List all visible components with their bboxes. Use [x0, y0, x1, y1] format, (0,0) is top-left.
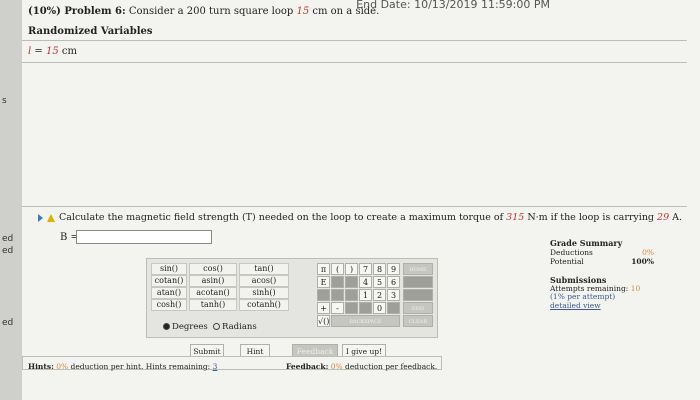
feedback-label: Feedback: [286, 362, 329, 371]
attempts-value: 10 [630, 283, 641, 293]
feedback-line: Feedback: 0% deduction per feedback. [286, 362, 437, 371]
hints-remaining: 3 [212, 362, 218, 371]
divider [22, 40, 687, 41]
blank-key [403, 276, 433, 288]
digit-1-button[interactable]: 1 [359, 289, 372, 301]
edge-text: ed [2, 234, 14, 244]
blank-key [331, 289, 344, 301]
digit-4-button[interactable]: 4 [359, 276, 372, 288]
divider [22, 206, 687, 207]
hints-pct: 0% [56, 362, 69, 371]
potential-label: Potential [550, 257, 584, 266]
tan-button[interactable]: tan() [239, 263, 289, 275]
detailed-view-link[interactable]: detailed view [550, 301, 654, 311]
radians-label: Radians [222, 322, 257, 332]
blank-key [317, 289, 330, 301]
pi-button[interactable]: π [317, 263, 330, 275]
backspace-button[interactable]: BACKSPACE [331, 315, 400, 327]
warning-icon [47, 213, 55, 222]
e-button[interactable]: E [317, 276, 330, 288]
tanh-button[interactable]: tanh() [189, 299, 237, 311]
submissions-panel: Submissions Attempts remaining: 10 (1% p… [550, 276, 654, 310]
digit-2-button[interactable]: 2 [373, 289, 386, 301]
digit-0-button[interactable]: 0 [373, 302, 386, 314]
radio-empty-icon [213, 323, 220, 330]
previous-page-edge: s ed ed ed [0, 0, 22, 400]
radio-selected-icon [163, 323, 170, 330]
edge-text: s [2, 96, 7, 106]
digit-5-button[interactable]: 5 [373, 276, 386, 288]
cosh-button[interactable]: cosh() [151, 299, 187, 311]
digit-8-button[interactable]: 8 [373, 263, 386, 275]
open-paren-button[interactable]: ( [331, 263, 344, 275]
calculator: sin() cos() tan() cotan() asin() acos() … [146, 258, 438, 338]
end-button[interactable]: END [403, 302, 433, 314]
answer-input[interactable] [76, 230, 212, 244]
randomized-variables-title: Randomized Variables [28, 26, 153, 37]
blank-key [345, 302, 358, 314]
acos-button[interactable]: acos() [239, 275, 289, 287]
clear-button[interactable]: CLEAR [403, 315, 433, 327]
sinh-button[interactable]: sinh() [239, 287, 289, 299]
divider [22, 62, 687, 63]
degrees-label: Degrees [172, 322, 208, 332]
question-part: N·m if the loop is carrying [524, 212, 658, 223]
home-button[interactable]: HOME [403, 263, 433, 275]
radians-option[interactable]: Radians [213, 322, 257, 332]
digit-9-button[interactable]: 9 [387, 263, 400, 275]
hints-line: Hints: 0% deduction per hint. Hints rema… [28, 362, 217, 371]
acotan-button[interactable]: acotan() [189, 287, 237, 299]
blank-key [331, 276, 344, 288]
grade-summary: Grade Summary Deductions 0% Potential 100% [550, 238, 654, 266]
cos-button[interactable]: cos() [189, 263, 237, 275]
digit-7-button[interactable]: 7 [359, 263, 372, 275]
problem-side-value: 15 [296, 6, 310, 17]
sqrt-button[interactable]: √() [317, 315, 330, 327]
asin-button[interactable]: asin() [189, 275, 237, 287]
problem-number: (10%) Problem 6: [28, 6, 126, 17]
hints-label: Hints: [28, 362, 54, 371]
digit-3-button[interactable]: 3 [387, 289, 400, 301]
degrees-option[interactable]: Degrees [163, 322, 208, 332]
randomized-variable-l: l = 15 cm [28, 46, 77, 57]
var-eq: = [31, 46, 46, 57]
current-value: 29 [657, 212, 670, 223]
end-date: End Date: 10/13/2019 11:59:00 PM [356, 0, 550, 11]
blank-key [345, 289, 358, 301]
feedback-text: deduction per feedback. [342, 362, 438, 371]
minus-button[interactable]: - [331, 302, 344, 314]
deductions-value: 0% [642, 248, 654, 257]
blank-key [387, 302, 400, 314]
play-icon [38, 213, 43, 222]
question-part: Calculate the magnetic field strength (T… [59, 212, 507, 223]
cotanh-button[interactable]: cotanh() [239, 299, 289, 311]
feedback-pct: 0% [330, 362, 343, 371]
var-unit: cm [58, 46, 77, 57]
atan-button[interactable]: atan() [151, 287, 187, 299]
deductions-label: Deductions [550, 248, 593, 257]
blank-key [345, 276, 358, 288]
edge-text: ed [2, 246, 14, 256]
problem-statement: (10%) Problem 6: Consider a 200 turn squ… [28, 6, 379, 17]
plus-button[interactable]: + [317, 302, 330, 314]
close-paren-button[interactable]: ) [345, 263, 358, 275]
digit-6-button[interactable]: 6 [387, 276, 400, 288]
problem-suffix: cm on a side. [309, 6, 380, 17]
blank-key [359, 302, 372, 314]
potential-value: 100% [631, 257, 654, 266]
hints-text: deduction per hint. Hints remaining: [68, 362, 211, 371]
blank-key [403, 289, 433, 301]
question-part: A. [669, 212, 683, 223]
var-value: 15 [45, 46, 59, 57]
edge-text: ed [2, 318, 14, 328]
grade-summary-title: Grade Summary [550, 238, 623, 248]
cotan-button[interactable]: cotan() [151, 275, 187, 287]
sin-button[interactable]: sin() [151, 263, 187, 275]
problem-page: End Date: 10/13/2019 11:59:00 PM (10%) P… [22, 0, 700, 400]
problem-text: Consider a 200 turn square loop [125, 6, 297, 17]
torque-value: 315 [506, 212, 525, 223]
question-text: Calculate the magnetic field strength (T… [38, 212, 682, 223]
